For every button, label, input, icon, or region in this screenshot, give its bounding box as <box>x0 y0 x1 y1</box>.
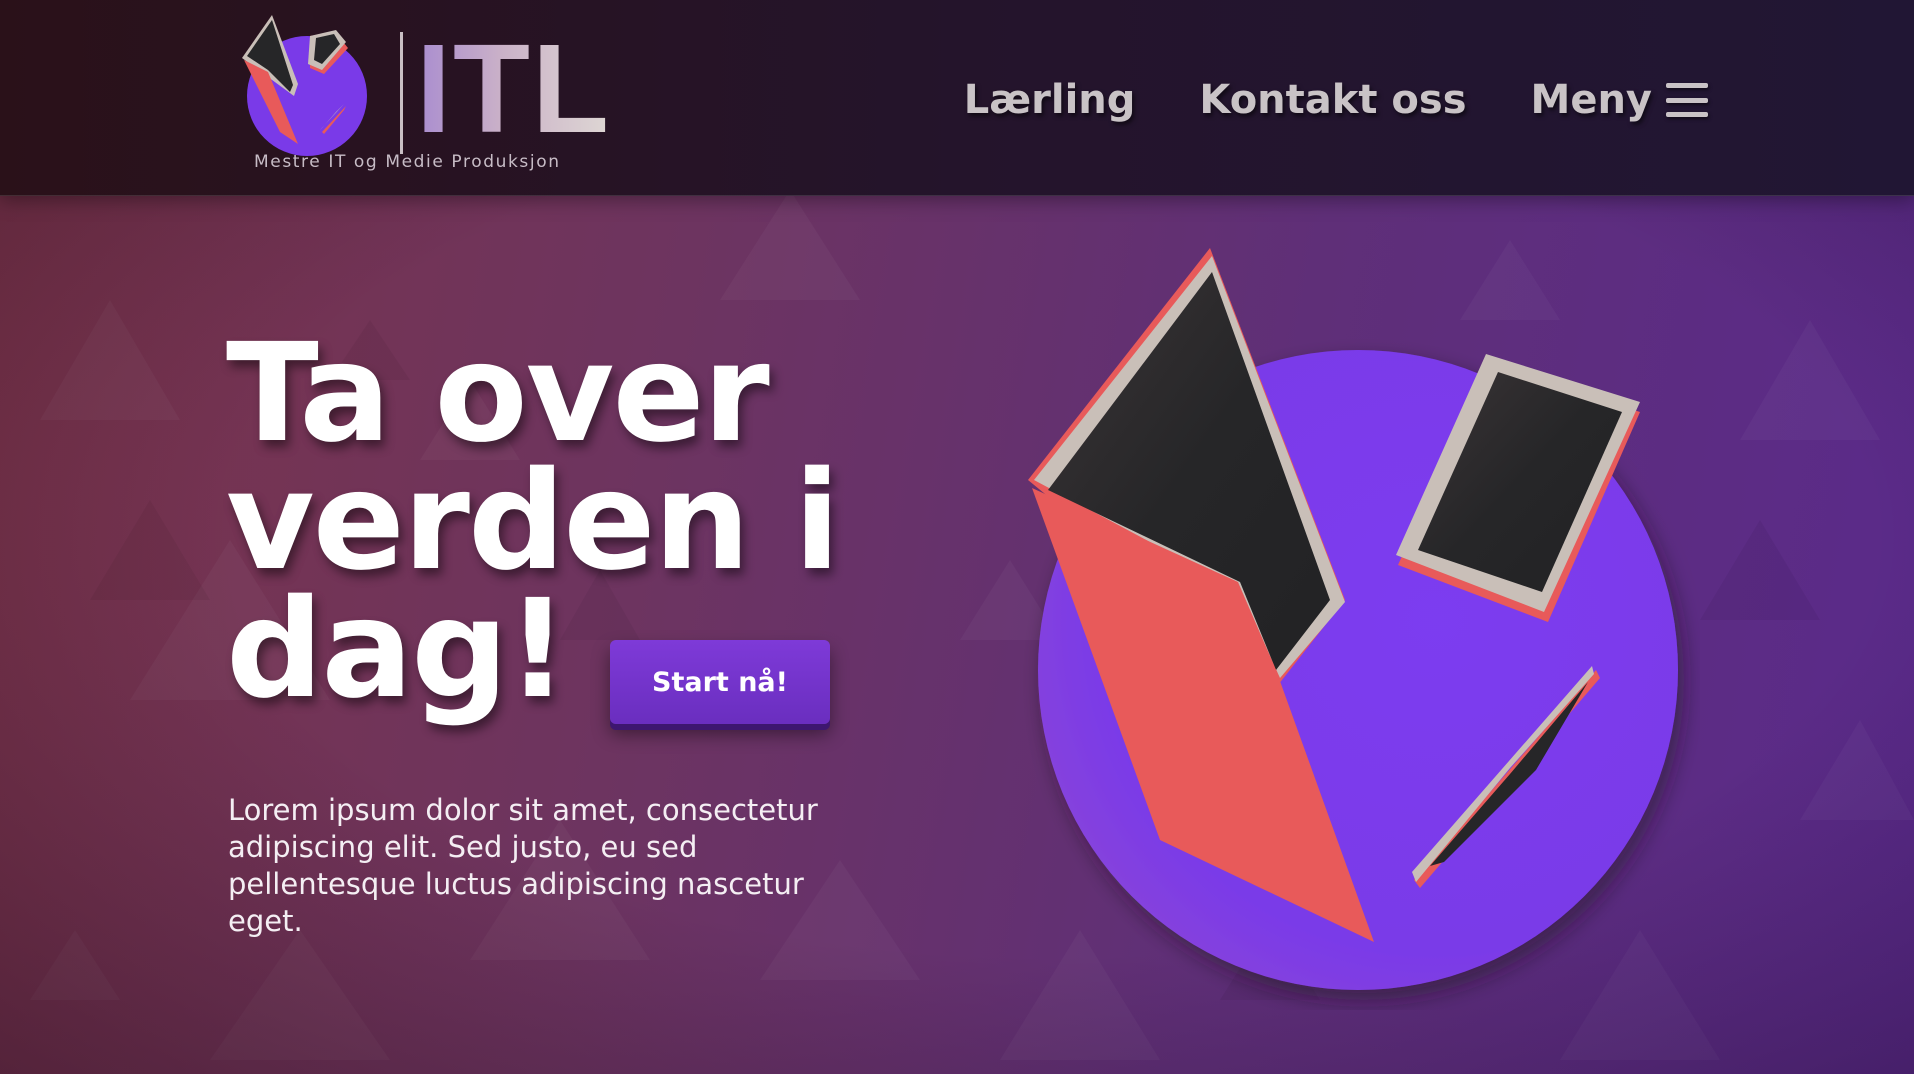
logo[interactable]: ITL Mestre IT og Medie Produksjon <box>240 12 620 182</box>
logo-wordmark: ITL <box>416 18 611 159</box>
hamburger-icon <box>1666 83 1708 117</box>
hero-title-line-3: dag! <box>226 571 568 729</box>
hero-description: Lorem ipsum dolor sit amet, consectetur … <box>228 793 818 938</box>
logo-tagline: Mestre IT og Medie Produksjon <box>254 152 561 172</box>
main-nav: Lærling Kontakt oss Meny <box>964 70 1708 130</box>
nav-link-kontakt-oss[interactable]: Kontakt oss <box>1199 77 1466 123</box>
menu-button[interactable]: Meny <box>1531 77 1708 123</box>
logo-divider <box>400 32 403 154</box>
start-now-button[interactable]: Start nå! <box>610 640 830 724</box>
menu-label: Meny <box>1530 77 1652 123</box>
nav-link-laerling[interactable]: Lærling <box>964 77 1136 123</box>
site-header: ITL Mestre IT og Medie Produksjon Lærlin… <box>0 0 1914 196</box>
hero-logo-illustration <box>1028 248 1678 990</box>
logo-mark-icon <box>242 15 367 156</box>
